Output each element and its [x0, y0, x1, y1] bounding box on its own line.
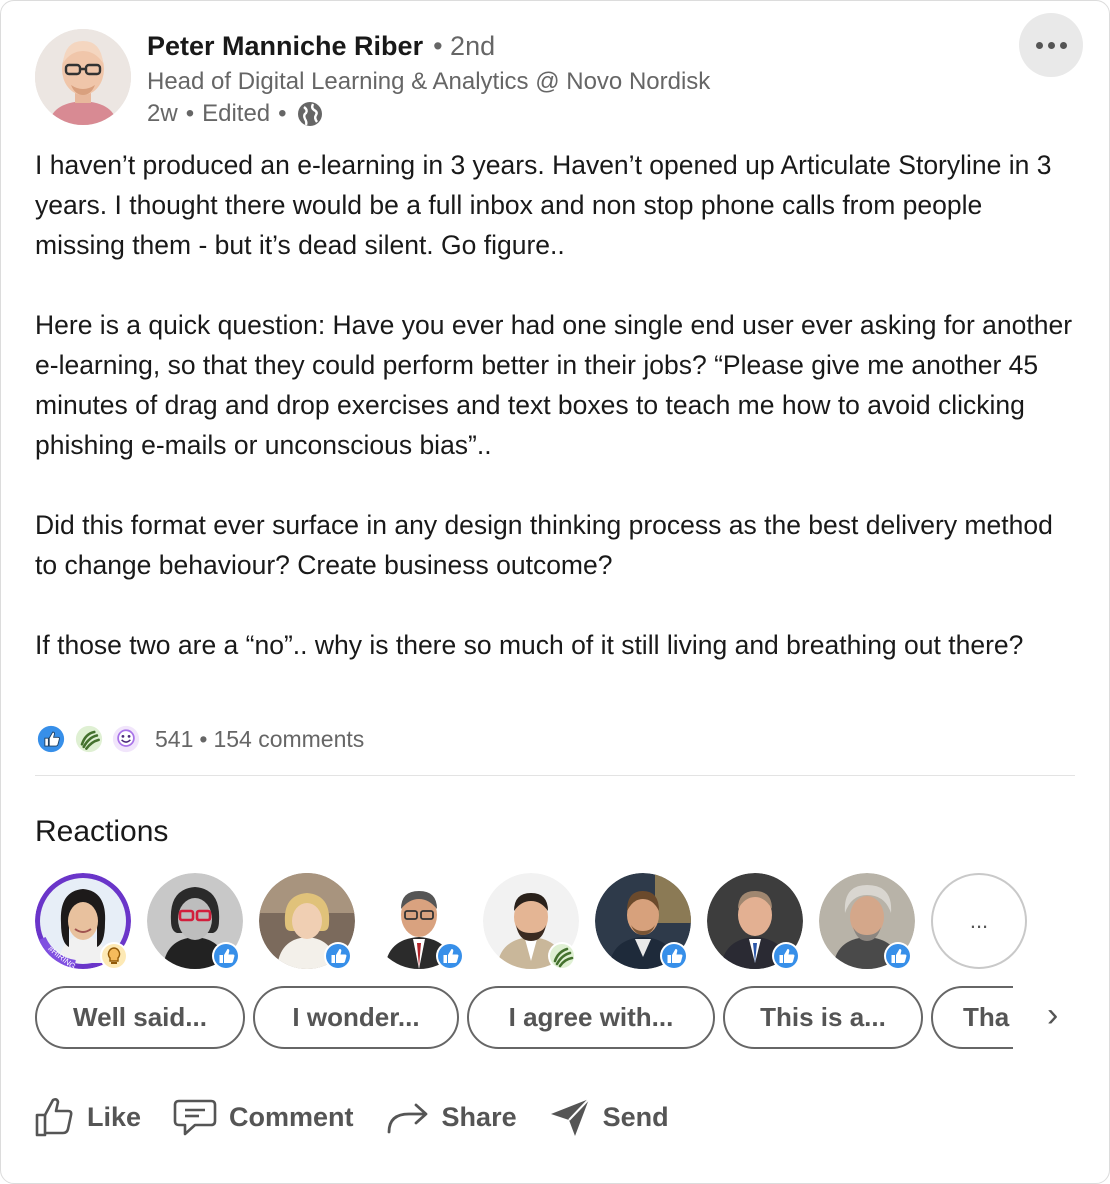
share-icon: [387, 1103, 427, 1134]
comment-label: Comment: [229, 1101, 354, 1132]
quick-reply-chip[interactable]: Well said...: [35, 986, 245, 1049]
connection-degree: • 2nd: [433, 31, 496, 61]
post-time: 2w: [147, 100, 178, 127]
reactor-avatar[interactable]: #HIRING: [35, 873, 131, 971]
chevron-right-icon[interactable]: ›: [1047, 995, 1077, 1035]
more-options-icon: [1035, 41, 1043, 49]
like-icon: [324, 942, 352, 970]
reactor-avatar[interactable]: [371, 873, 467, 970]
post-paragraph: Did this format ever surface in any desi…: [35, 510, 1053, 580]
reactor-avatar[interactable]: [707, 873, 803, 970]
send-icon: [550, 1098, 590, 1136]
meta-separator: •: [278, 100, 287, 127]
comment-icon: [173, 1099, 217, 1136]
reaction-summary[interactable]: 541 • 154 comments: [155, 726, 364, 753]
post-paragraph: Here is a quick question: Have you ever …: [35, 310, 1073, 460]
edited-label: Edited: [202, 100, 271, 127]
author-name[interactable]: Peter Manniche Riber: [147, 31, 423, 62]
meta-separator: •: [185, 100, 195, 127]
insightful-icon: [100, 942, 128, 970]
quick-reply-chip[interactable]: I wonder...: [253, 986, 459, 1049]
send-label: Send: [602, 1101, 669, 1132]
reactions-heading: Reactions: [35, 815, 169, 848]
post-meta: 2w • Edited •: [147, 100, 710, 128]
social-counts[interactable]: 541 • 154 comments: [35, 723, 364, 755]
share-label: Share: [441, 1101, 517, 1132]
post-text: I haven’t produced an e-learning in 3 ye…: [35, 145, 1075, 705]
like-icon: [772, 942, 800, 970]
count-separator: •: [199, 725, 208, 752]
celebrate-icon: [548, 942, 576, 970]
post-card: Peter Manniche Riber • 2nd Head of Digit…: [0, 0, 1110, 1184]
author-headline: Head of Digital Learning & Analytics @ N…: [147, 68, 711, 95]
globe-icon: [297, 102, 322, 126]
comment-button[interactable]: Comment: [173, 1097, 354, 1137]
action-bar: Like Comment Share Send: [35, 1095, 701, 1139]
like-icon: [884, 942, 912, 970]
thumbs-up-icon: [35, 1098, 73, 1137]
author-info: Peter Manniche Riber • 2nd Head of Digit…: [147, 31, 710, 128]
reaction-count: 541: [155, 725, 194, 752]
share-button[interactable]: Share: [386, 1099, 517, 1135]
quick-reply-chip[interactable]: I agree with...: [467, 986, 715, 1049]
celebrate-icon: [73, 723, 105, 755]
quick-reply-chip[interactable]: Tha: [931, 986, 1013, 1049]
like-icon: [436, 942, 464, 970]
author-avatar[interactable]: [35, 29, 131, 125]
like-icon: [35, 723, 67, 755]
more-options-dot: [1047, 41, 1055, 49]
reactor-avatar[interactable]: [259, 873, 355, 970]
reactor-avatar[interactable]: [483, 873, 579, 970]
reactor-list: #HIRING ...: [35, 873, 1027, 971]
more-options-dot: [1059, 41, 1067, 49]
divider: [35, 775, 1075, 776]
reactor-avatar[interactable]: [819, 873, 915, 970]
like-button[interactable]: Like: [35, 1095, 141, 1139]
like-label: Like: [87, 1101, 142, 1132]
like-icon: [660, 942, 688, 970]
more-options-button[interactable]: [1019, 13, 1083, 77]
like-icon: [212, 942, 240, 970]
reactor-avatar[interactable]: [595, 873, 691, 970]
funny-icon: [110, 723, 142, 755]
quick-reply-chip[interactable]: This is a...: [723, 986, 923, 1049]
quick-reply-chips: Well said... I wonder... I agree with...…: [35, 986, 1013, 1050]
post-paragraph: If those two are a “no”.. why is there s…: [35, 630, 1024, 660]
reactor-avatar[interactable]: [147, 873, 243, 970]
send-button[interactable]: Send: [549, 1096, 669, 1138]
more-reactors-button[interactable]: ...: [931, 873, 1027, 969]
comment-count[interactable]: 154 comments: [213, 726, 364, 752]
post-paragraph: I haven’t produced an e-learning in 3 ye…: [35, 150, 1052, 260]
